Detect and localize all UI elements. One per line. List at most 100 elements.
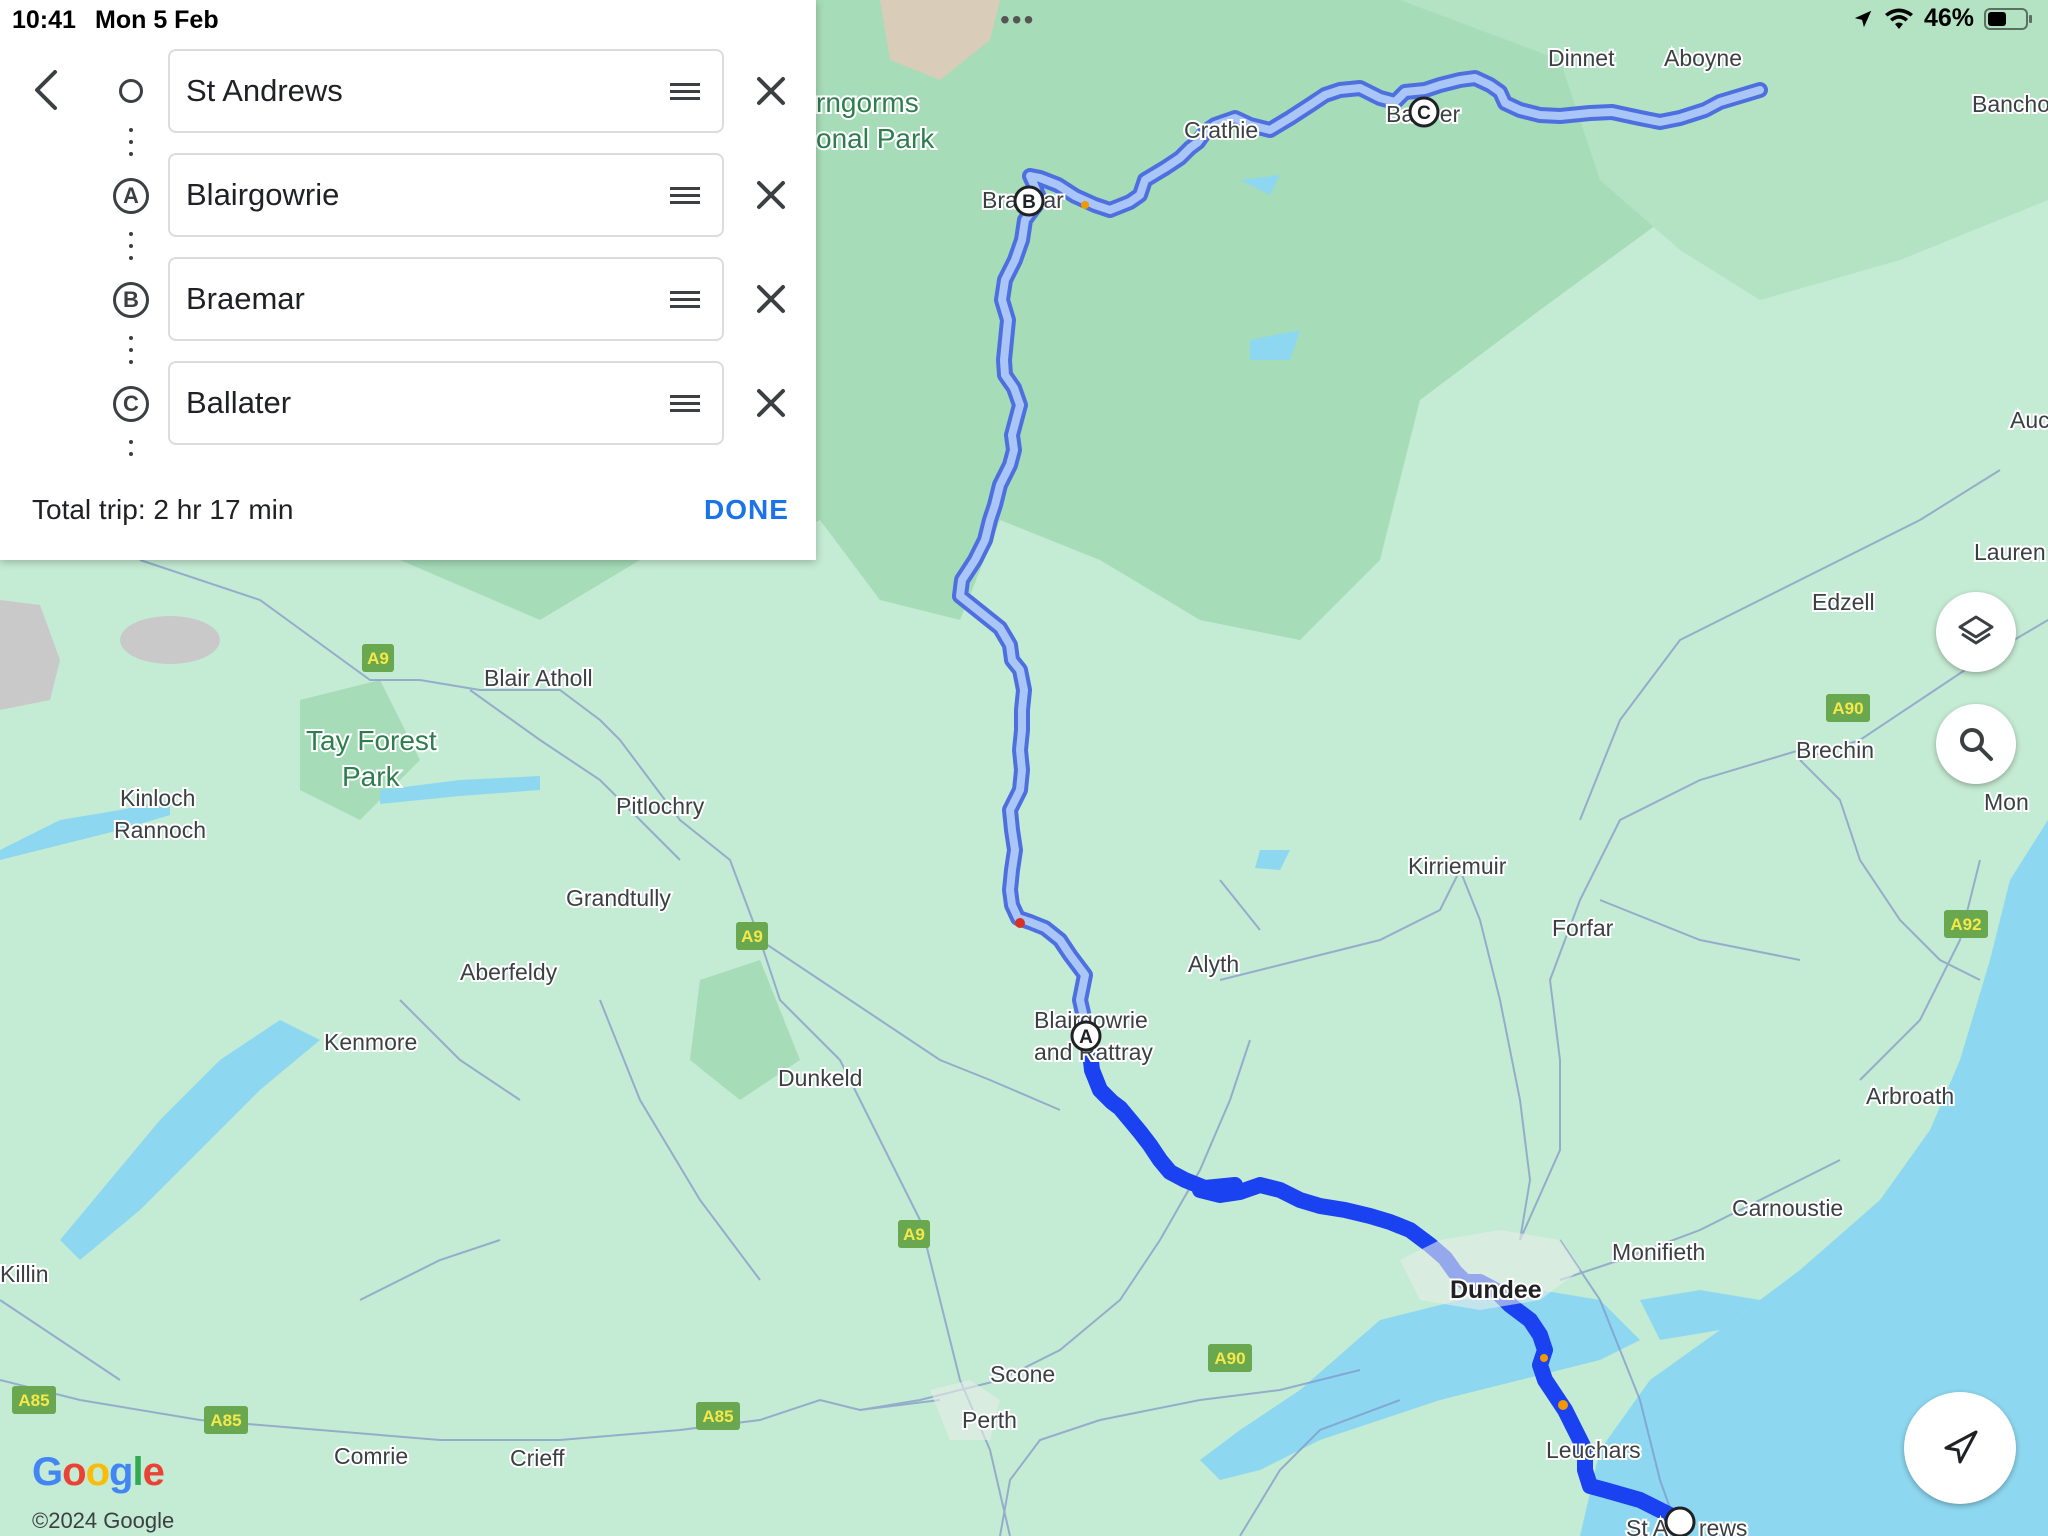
layers-button[interactable] [1936,592,2016,672]
total-trip-time: Total trip: 2 hr 17 min [32,494,294,525]
road-badge: A9 [898,1220,930,1248]
svg-text:A85: A85 [210,1411,241,1430]
place-label: Leuchars [1546,1437,1641,1463]
place-label: Blair Atholl [484,665,593,691]
origin-marker [112,72,150,110]
place-label: onal Park [816,123,935,154]
stop-connector [128,232,134,268]
route-marker-b[interactable]: B [1013,185,1045,217]
chevron-left-icon [35,70,57,110]
place-label: Lauren [1974,539,2046,565]
stop-name: Ballater [186,385,292,420]
remove-stop-button[interactable] [746,66,796,116]
road-badge: A85 [12,1386,56,1414]
location-arrow-icon [1854,10,1872,27]
multitasking-dots-icon[interactable]: ••• [1000,4,1035,36]
recenter-navigation-button[interactable] [1904,1392,2016,1504]
close-icon [757,181,785,209]
status-bar: 10:41 Mon 5 Feb ••• 46% [0,0,2048,40]
stop-field-b[interactable]: Braemar [168,257,724,341]
place-label: Crathie [1184,117,1258,143]
place-label: Monifieth [1612,1239,1705,1265]
back-button[interactable] [24,62,68,118]
place-label: Aberfeldy [460,959,558,985]
place-label: Mon [1984,789,2029,815]
directions-panel: St Andrews A Blairgowrie B Braemar C Bal… [0,0,816,560]
stop-name: Braemar [186,281,305,316]
stop-field-c[interactable]: Ballater [168,361,724,445]
road-badge: A85 [696,1402,740,1430]
stop-marker-a: A [112,177,150,215]
svg-text:A90: A90 [1832,699,1863,718]
place-label: Rannoch [114,817,206,843]
svg-text:A85: A85 [702,1407,733,1426]
battery-percent: 46% [1923,4,1974,32]
svg-text:C: C [1417,103,1431,124]
search-button[interactable] [1936,704,2016,784]
drag-handle-icon[interactable] [670,395,700,416]
route-origin-marker[interactable] [1664,1506,1696,1536]
wifi-icon [1884,8,1913,29]
drag-handle-icon[interactable] [670,291,700,312]
stop-name: Blairgowrie [186,177,340,212]
stop-name: St Andrews [186,73,343,108]
layers-icon [1958,615,1994,645]
drag-handle-icon[interactable] [670,187,700,208]
road-badge: A90 [1826,694,1870,722]
place-label: Grandtully [566,885,671,911]
road-badge: A9 [736,922,768,950]
svg-text:A9: A9 [741,927,763,946]
route-marker-a[interactable]: A [1070,1020,1102,1052]
svg-text:A85: A85 [18,1391,49,1410]
place-label: Carnoustie [1732,1195,1843,1221]
close-icon [757,389,785,417]
close-icon [757,285,785,313]
status-time: 10:41 [12,6,76,34]
place-label: Perth [962,1407,1017,1433]
place-label: rngorms [816,87,919,118]
close-icon [757,77,785,105]
place-label: Forfar [1552,915,1614,941]
remove-stop-button[interactable] [746,170,796,220]
place-label: Kirriemuir [1408,853,1507,879]
stop-marker-c: C [112,385,150,423]
remove-stop-button[interactable] [746,378,796,428]
place-label: Dunkeld [778,1065,862,1091]
status-right: 46% [1852,4,2034,33]
copyright-text: ©2024 Google [32,1508,175,1533]
svg-text:A90: A90 [1214,1349,1245,1368]
stop-connector [128,336,134,372]
place-label: Comrie [334,1443,408,1469]
place-label: Dinnet [1548,45,1615,71]
stop-field-origin[interactable]: St Andrews [168,49,724,133]
done-button[interactable]: DONE [704,494,789,526]
place-label: Bancho [1972,91,2048,117]
place-label: Pitlochry [616,793,705,819]
place-label: Park [342,761,401,792]
stop-marker-b: B [112,281,150,319]
svg-text:B: B [1022,192,1036,213]
route-marker-c[interactable]: C [1408,96,1440,128]
battery-icon [1984,7,2032,30]
road-badge: A85 [204,1406,248,1434]
navigation-arrow-icon [1944,1430,1978,1464]
stop-connector [128,128,134,164]
drag-handle-icon[interactable] [670,83,700,104]
place-label: Kenmore [324,1029,417,1055]
place-label: Auc [2010,407,2048,433]
origin-circle-icon [119,79,143,103]
remove-stop-button[interactable] [746,274,796,324]
place-label: Tay Forest [306,725,437,756]
place-label: Edzell [1812,589,1875,615]
place-label: Arbroath [1866,1083,1954,1109]
place-label: Alyth [1188,951,1239,977]
svg-text:A9: A9 [367,649,389,668]
place-label: Killin [0,1261,49,1287]
place-label: Aboyne [1664,45,1742,71]
stop-field-a[interactable]: Blairgowrie [168,153,724,237]
place-label: Brechin [1796,737,1874,763]
place-label: Crieff [510,1445,565,1471]
svg-text:A: A [1079,1027,1093,1048]
status-date: Mon 5 Feb [95,6,219,34]
search-icon [1960,728,1993,761]
